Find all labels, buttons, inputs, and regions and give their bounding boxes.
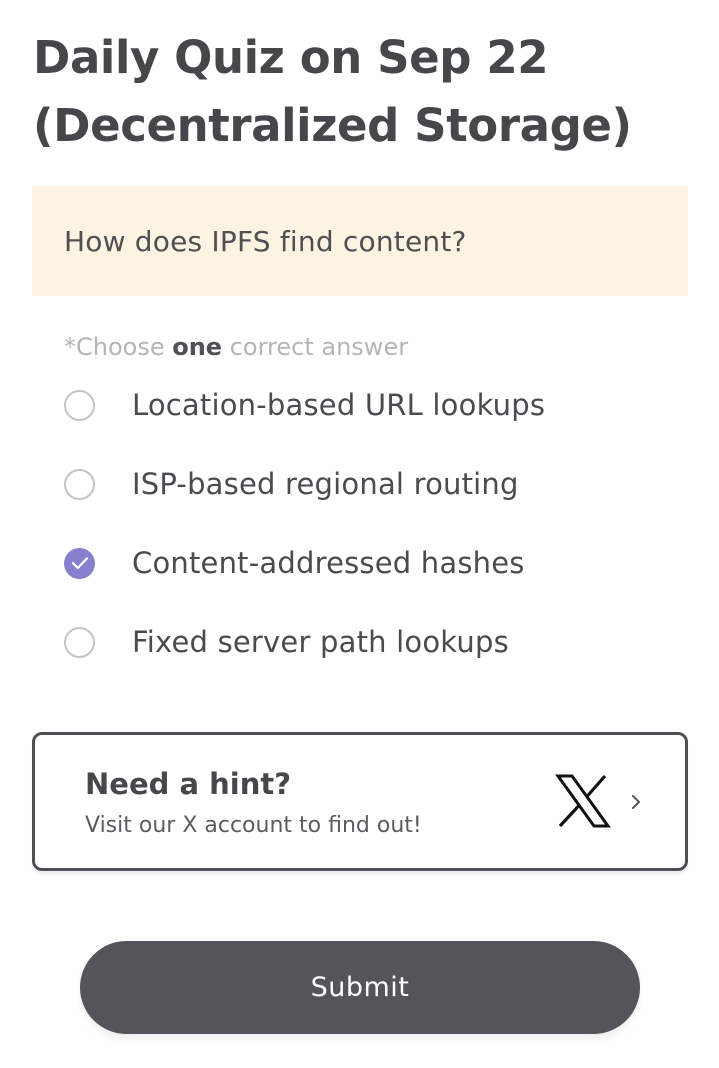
radio-unchecked-icon[interactable] (64, 468, 95, 500)
hint-title: Need a hint? (85, 767, 292, 801)
radio-unchecked-icon[interactable] (64, 389, 95, 421)
chevron-right-icon (632, 795, 640, 809)
answer-option-label: ISP-based regional routing (132, 467, 519, 501)
answer-instruction: *Choose one correct answer (64, 330, 408, 364)
answer-option-4[interactable]: Fixed server path lookups (64, 618, 684, 666)
answer-option-label: Location-based URL lookups (132, 388, 546, 422)
answer-option-3[interactable]: Content-addressed hashes (64, 539, 684, 587)
answer-option-label: Content-addressed hashes (132, 546, 525, 580)
radio-unchecked-icon[interactable] (64, 626, 95, 658)
hint-subtitle: Visit our X account to find out! (85, 813, 422, 838)
page-title: Daily Quiz on Sep 22 (Decentralized Stor… (33, 24, 693, 160)
answer-option-label: Fixed server path lookups (132, 625, 509, 659)
question-box: How does IPFS find content? (32, 186, 688, 296)
page-title-line-1: Daily Quiz on Sep 22 (33, 31, 549, 84)
answer-option-1[interactable]: Location-based URL lookups (64, 381, 684, 429)
checkmark-icon (71, 557, 88, 570)
instruction-prefix: *Choose (64, 333, 173, 361)
radio-checked-icon[interactable] (64, 547, 95, 579)
x-logo-icon (555, 774, 611, 828)
submit-button[interactable]: Submit (80, 941, 640, 1034)
page-title-line-2: (Decentralized Storage) (33, 99, 632, 152)
hint-card[interactable]: Need a hint? Visit our X account to find… (32, 732, 688, 871)
answer-option-2[interactable]: ISP-based regional routing (64, 460, 684, 508)
instruction-emphasis: one (172, 333, 223, 361)
question-text: How does IPFS find content? (64, 224, 467, 258)
instruction-suffix: correct answer (222, 333, 409, 361)
